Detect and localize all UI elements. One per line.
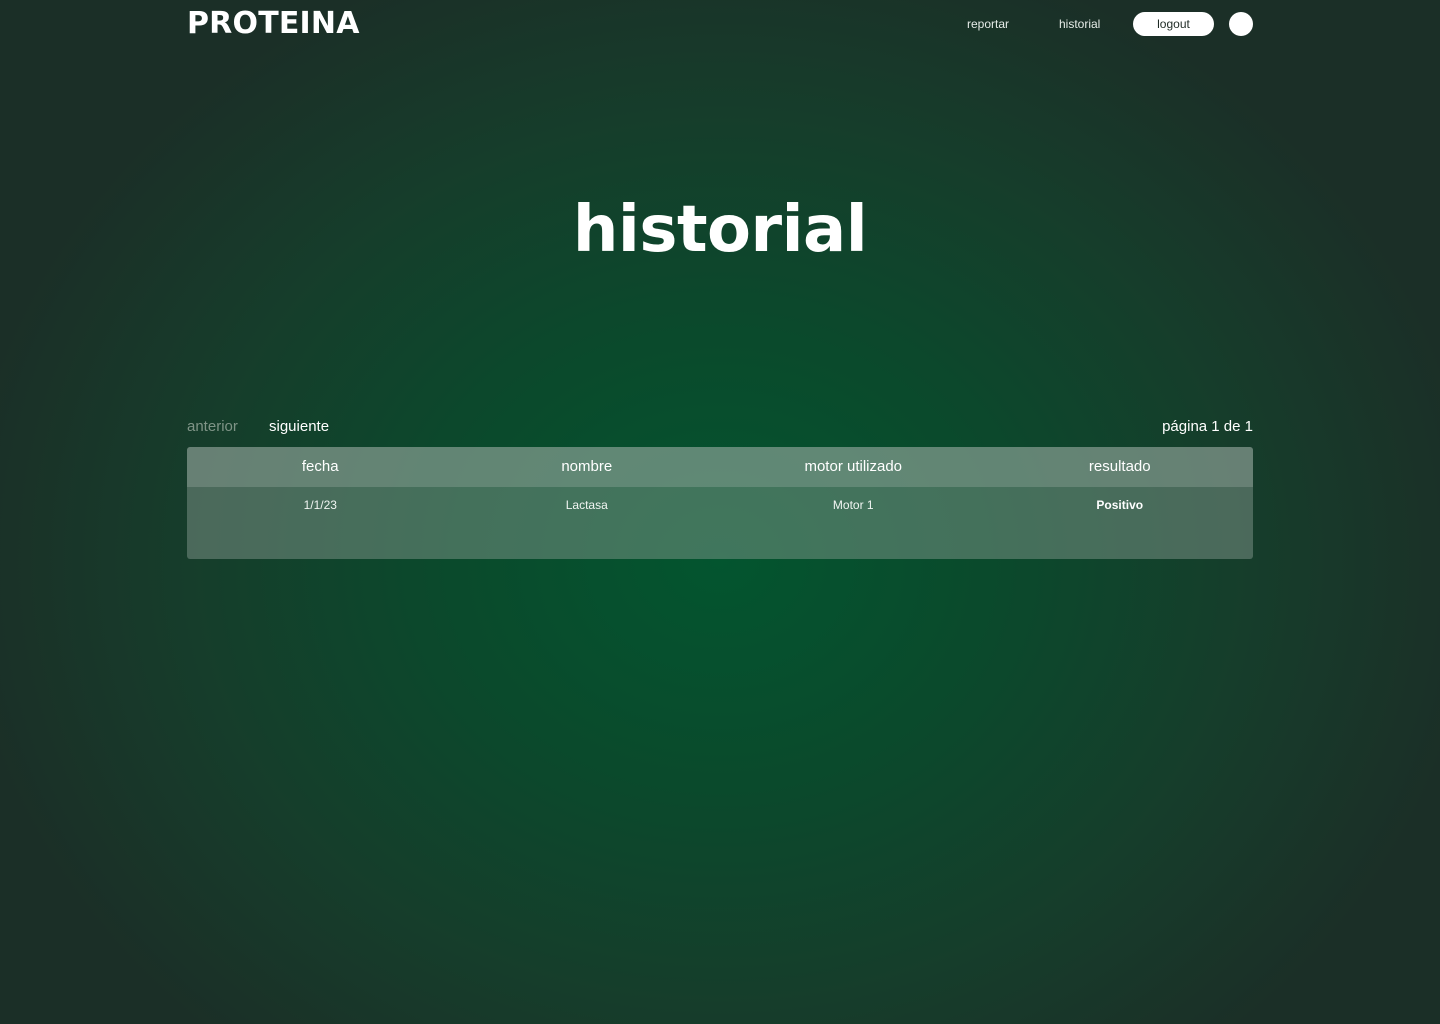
column-header-motor[interactable]: motor utilizado — [720, 447, 987, 487]
cell-nombre: Lactasa — [565, 498, 608, 512]
table-row[interactable]: 1/1/23 Lactasa Motor 1 Positivo — [187, 487, 1253, 523]
nav-link-reportar[interactable]: reportar — [967, 16, 1009, 32]
column-header-resultado[interactable]: resultado — [987, 447, 1254, 487]
user-avatar-icon[interactable] — [1229, 12, 1253, 36]
brand-logo[interactable]: PROTEINA — [187, 8, 360, 40]
next-page-button[interactable]: siguiente — [269, 417, 329, 437]
page-title: historial — [572, 193, 868, 267]
cell-motor: Motor 1 — [832, 498, 874, 512]
column-header-fecha[interactable]: fecha — [187, 447, 454, 487]
cell-resultado: Positivo — [1096, 498, 1144, 512]
previous-page-button[interactable]: anterior — [187, 417, 238, 437]
page-indicator: página 1 de 1 — [1162, 418, 1253, 435]
history-table: fecha nombre motor utilizado resultado 1… — [187, 447, 1253, 559]
top-navbar: PROTEINA reportar historial logout — [187, 0, 1253, 48]
cell-fecha: 1/1/23 — [303, 498, 337, 512]
logout-button[interactable]: logout — [1133, 12, 1214, 36]
pagination-bar: anterior siguiente página 1 de 1 — [187, 417, 1253, 439]
nav-link-historial[interactable]: historial — [1059, 16, 1100, 32]
table-header-row: fecha nombre motor utilizado resultado — [187, 447, 1253, 487]
column-header-nombre[interactable]: nombre — [454, 447, 721, 487]
